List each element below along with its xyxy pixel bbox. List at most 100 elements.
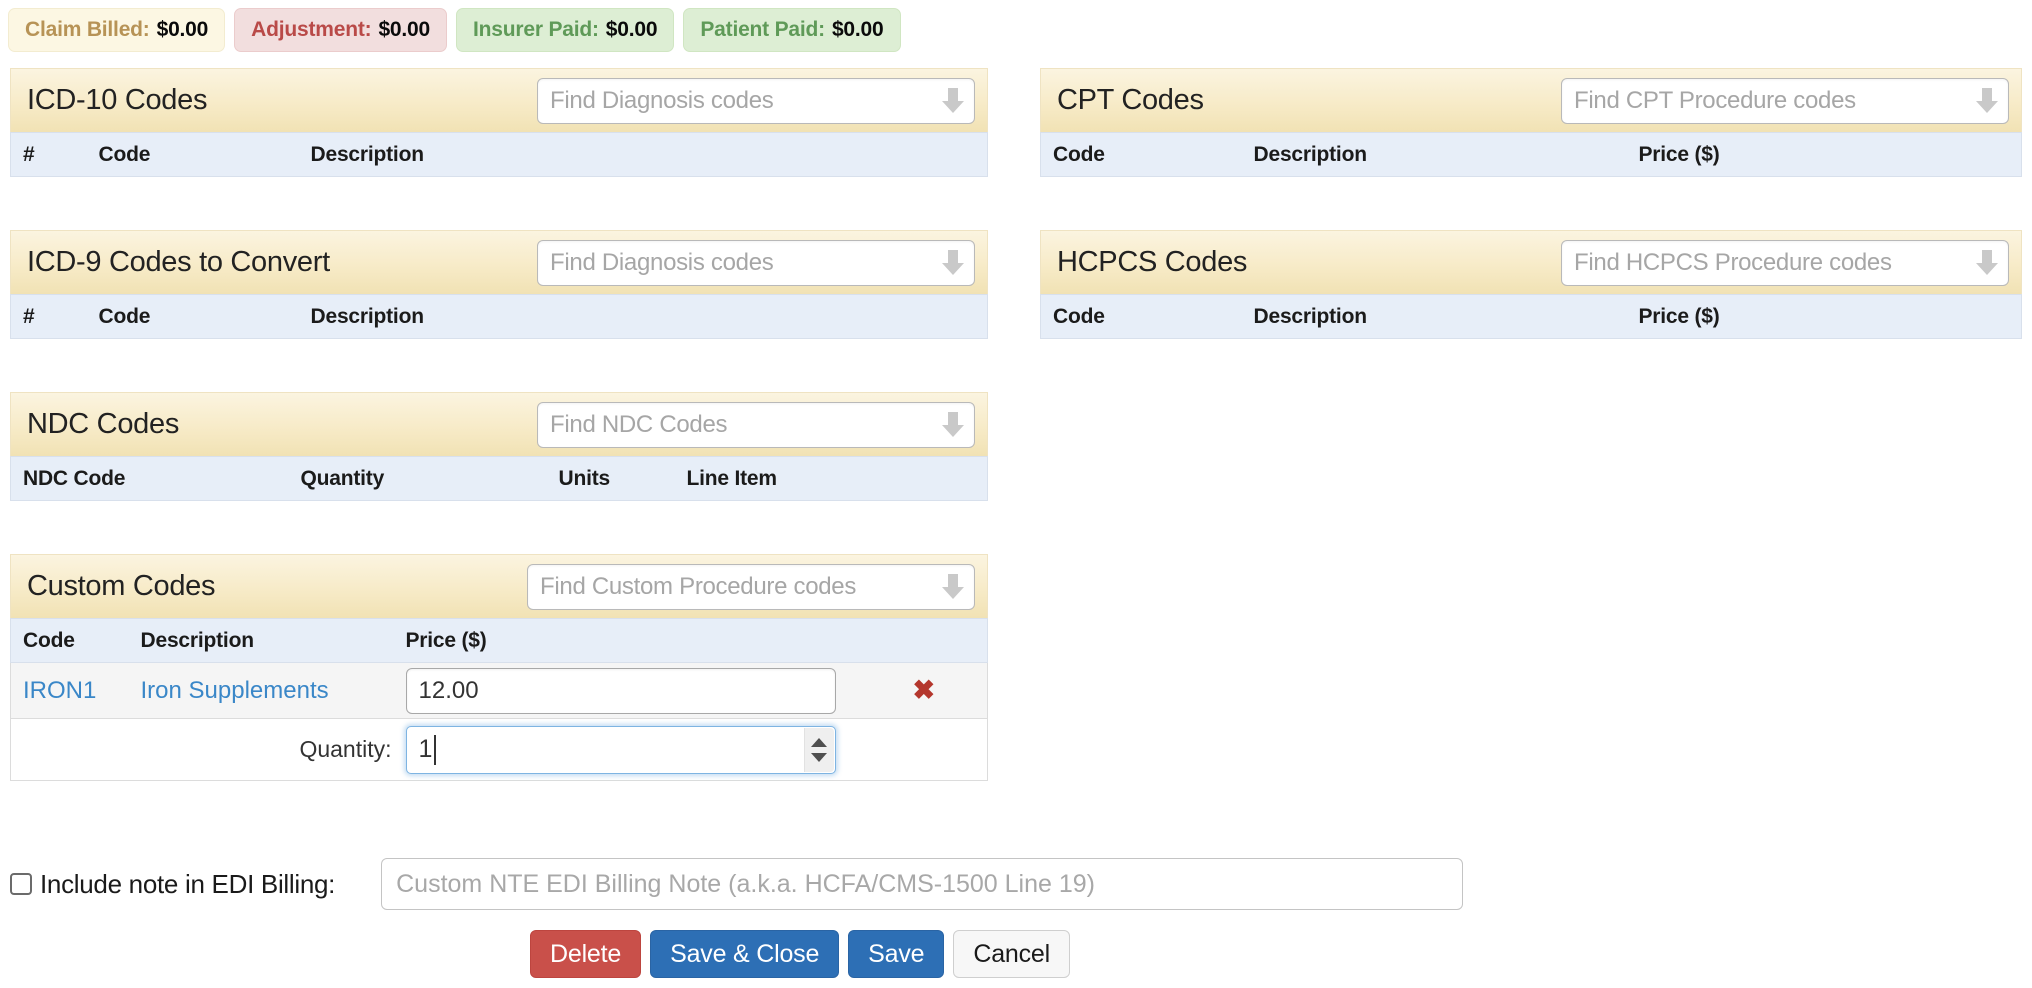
- col-price: Price ($): [1638, 294, 2022, 339]
- badge-insurer-paid: Insurer Paid: $0.00: [456, 8, 675, 52]
- quantity-label: Quantity:: [299, 736, 392, 762]
- panel-icd10: ICD-10 Codes Find Diagnosis codes # Code…: [10, 68, 988, 177]
- cpt-search-placeholder: Find CPT Procedure codes: [1574, 87, 1856, 114]
- panel-icd10-header: ICD-10 Codes Find Diagnosis codes: [10, 68, 988, 132]
- edi-note-row: Include note in EDI Billing:: [10, 858, 1464, 910]
- col-actions: [860, 618, 988, 663]
- spinner-buttons[interactable]: [803, 727, 834, 772]
- custom-description-link[interactable]: Iron Supplements: [141, 677, 329, 704]
- claim-summary-badges: Claim Billed: $0.00 Adjustment: $0.00 In…: [8, 8, 901, 52]
- edi-note-input[interactable]: [381, 858, 1464, 910]
- icd9-search-placeholder: Find Diagnosis codes: [550, 249, 774, 276]
- panel-icd9: ICD-9 Codes to Convert Find Diagnosis co…: [10, 230, 988, 339]
- include-edi-note-label: Include note in EDI Billing:: [40, 868, 336, 899]
- icd9-search[interactable]: Find Diagnosis codes: [537, 240, 975, 286]
- badge-insurer-paid-label: Insurer Paid:: [473, 18, 599, 41]
- col-price: Price ($): [1638, 132, 2022, 177]
- badge-adjustment-amount: $0.00: [378, 18, 431, 41]
- custom-code-link[interactable]: IRON1: [23, 677, 96, 704]
- save-close-button[interactable]: Save & Close: [650, 930, 840, 978]
- text-caret: [433, 734, 436, 765]
- hcpcs-search[interactable]: Find HCPCS Procedure codes: [1561, 240, 2009, 286]
- badge-claim-billed-amount: $0.00: [156, 18, 209, 41]
- form-actions: Delete Save & Close Save Cancel: [0, 930, 1600, 978]
- cpt-table: Code Description Price ($): [1040, 132, 2022, 177]
- panel-ndc-header: NDC Codes Find NDC Codes: [10, 392, 988, 456]
- col-code: Code: [1040, 132, 1254, 177]
- badge-patient-paid: Patient Paid: $0.00: [683, 8, 901, 52]
- panel-hcpcs: HCPCS Codes Find HCPCS Procedure codes C…: [1040, 230, 2022, 339]
- quantity-stepper[interactable]: [405, 725, 836, 774]
- remove-row-icon[interactable]: ✖: [912, 676, 935, 704]
- col-line-item: Line Item: [686, 456, 988, 501]
- col-number: #: [10, 294, 99, 339]
- badge-insurer-paid-amount: $0.00: [605, 18, 658, 41]
- panel-custom-title: Custom Codes: [27, 570, 216, 602]
- billing-codes-page: Claim Billed: $0.00 Adjustment: $0.00 In…: [0, 0, 2032, 988]
- col-quantity: Quantity: [300, 456, 559, 501]
- arrow-down-icon: [1976, 88, 1998, 114]
- col-price: Price ($): [405, 618, 861, 663]
- cell-description: Iron Supplements: [140, 662, 406, 719]
- cpt-search[interactable]: Find CPT Procedure codes: [1561, 78, 2009, 124]
- col-code: Code: [10, 618, 141, 663]
- icd10-search[interactable]: Find Diagnosis codes: [537, 78, 975, 124]
- panel-custom-codes: Custom Codes Find Custom Procedure codes…: [10, 554, 988, 781]
- include-edi-note-checkbox[interactable]: [10, 873, 32, 895]
- col-description: Description: [310, 294, 988, 339]
- custom-search-placeholder: Find Custom Procedure codes: [540, 573, 857, 600]
- col-number: #: [10, 132, 99, 177]
- cell-price: [405, 662, 861, 719]
- col-description: Description: [1253, 294, 1639, 339]
- badge-adjustment: Adjustment: $0.00: [234, 8, 448, 52]
- table-header-row: # Code Description: [10, 294, 988, 339]
- panel-icd9-header: ICD-9 Codes to Convert Find Diagnosis co…: [10, 230, 988, 294]
- col-code: Code: [98, 294, 311, 339]
- col-ndc-code: NDC Code: [10, 456, 301, 501]
- panel-icd10-title: ICD-10 Codes: [27, 84, 208, 116]
- hcpcs-table: Code Description Price ($): [1040, 294, 2022, 339]
- arrow-down-icon: [942, 250, 964, 276]
- ndc-table: NDC Code Quantity Units Line Item: [10, 456, 988, 501]
- spinner-down-icon[interactable]: [811, 752, 827, 762]
- panel-cpt-title: CPT Codes: [1057, 84, 1204, 116]
- col-description: Description: [140, 618, 406, 663]
- col-description: Description: [1253, 132, 1639, 177]
- panel-cpt: CPT Codes Find CPT Procedure codes Code …: [1040, 68, 2022, 177]
- badge-claim-billed-label: Claim Billed:: [25, 18, 150, 41]
- panel-ndc: NDC Codes Find NDC Codes NDC Code Quanti…: [10, 392, 988, 501]
- custom-price-input[interactable]: [405, 667, 836, 714]
- icd9-table: # Code Description: [10, 294, 988, 339]
- table-header-row: # Code Description: [10, 132, 988, 177]
- custom-search[interactable]: Find Custom Procedure codes: [527, 564, 975, 610]
- panel-cpt-header: CPT Codes Find CPT Procedure codes: [1040, 68, 2022, 132]
- save-button[interactable]: Save: [848, 930, 945, 978]
- spinner-up-icon[interactable]: [811, 737, 827, 747]
- col-code: Code: [1040, 294, 1254, 339]
- quantity-input[interactable]: [405, 725, 836, 774]
- table-row-quantity: Quantity:: [10, 718, 988, 781]
- badge-adjustment-label: Adjustment:: [251, 18, 372, 41]
- table-row: IRON1 Iron Supplements ✖: [10, 662, 988, 719]
- panel-custom-header: Custom Codes Find Custom Procedure codes: [10, 554, 988, 618]
- ndc-search-placeholder: Find NDC Codes: [550, 411, 728, 438]
- arrow-down-icon: [1976, 250, 1998, 276]
- ndc-search[interactable]: Find NDC Codes: [537, 402, 975, 448]
- cell-code: IRON1: [10, 662, 141, 719]
- col-code: Code: [98, 132, 311, 177]
- badge-patient-paid-amount: $0.00: [831, 18, 884, 41]
- icd10-search-placeholder: Find Diagnosis codes: [550, 87, 774, 114]
- arrow-down-icon: [942, 88, 964, 114]
- table-header-row: Code Description Price ($): [1040, 132, 2022, 177]
- hcpcs-search-placeholder: Find HCPCS Procedure codes: [1574, 249, 1892, 276]
- panel-icd9-title: ICD-9 Codes to Convert: [27, 246, 330, 278]
- badge-patient-paid-label: Patient Paid:: [700, 18, 825, 41]
- col-description: Description: [310, 132, 988, 177]
- cell-remove: ✖: [860, 662, 988, 719]
- panel-hcpcs-header: HCPCS Codes Find HCPCS Procedure codes: [1040, 230, 2022, 294]
- table-header-row: Code Description Price ($): [1040, 294, 2022, 339]
- delete-button[interactable]: Delete: [530, 930, 642, 978]
- col-units: Units: [558, 456, 687, 501]
- panel-ndc-title: NDC Codes: [27, 408, 180, 440]
- cancel-button[interactable]: Cancel: [953, 930, 1070, 978]
